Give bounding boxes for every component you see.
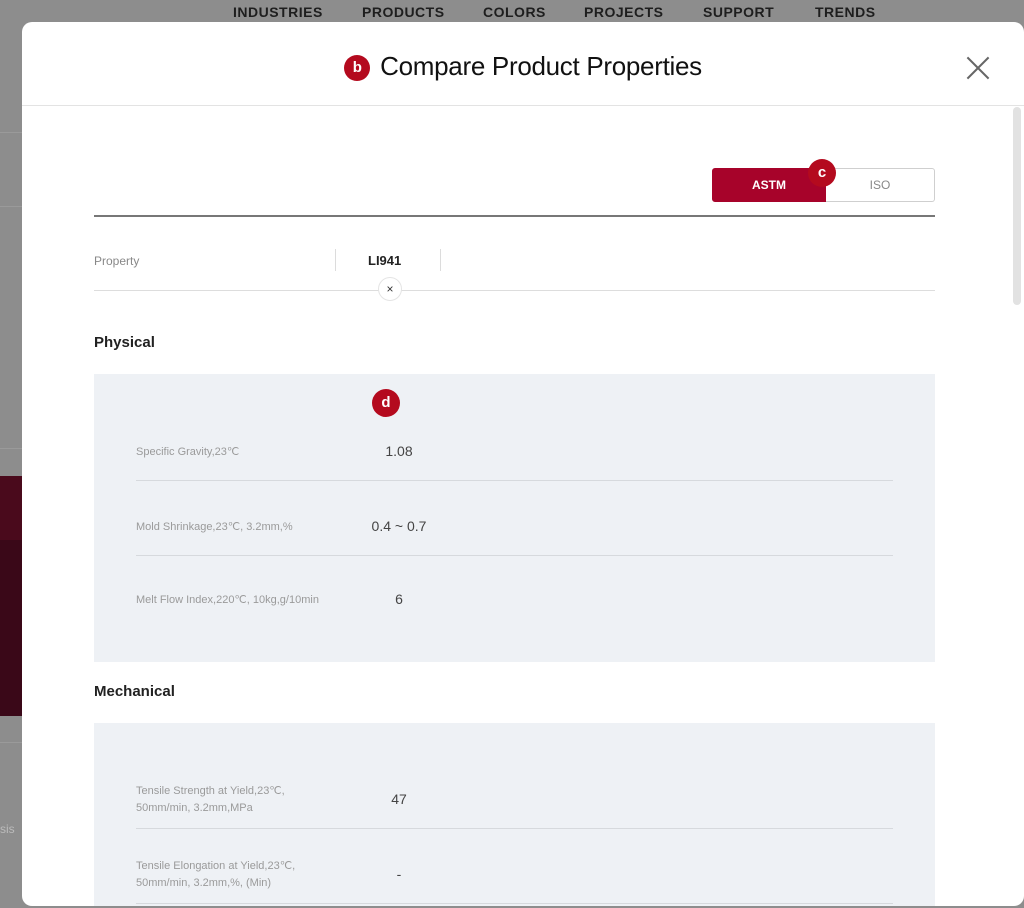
property-label: Specific Gravity,23℃ [136,446,240,458]
remove-product-button[interactable]: × [378,277,402,301]
annotation-badge-b: b [344,55,371,81]
close-icon[interactable] [966,56,990,80]
section-title-mechanical: Mechanical [94,683,175,700]
bg-nav-item-trends: TRENDS [815,4,876,20]
row-divider [136,903,893,904]
property-column-header: Property [94,254,140,268]
annotation-badge-c: c [808,159,836,187]
property-label: Tensile Strength at Yield,23℃, 50mm/min,… [136,785,285,814]
bg-nav-item-products: PRODUCTS [362,4,445,20]
property-value: 1.08 [385,443,413,459]
property-value: 47 [391,791,407,807]
section-title-physical: Physical [94,334,155,351]
property-value: - [396,866,402,882]
property-value: 0.4 ~ 0.7 [371,518,427,534]
mechanical-properties-panel: Tensile Strength at Yield,23℃, 50mm/min,… [94,723,935,906]
bg-nav-item-colors: COLORS [483,4,546,20]
bg-nav-item-support: SUPPORT [703,4,775,20]
header-divider [94,215,935,217]
modal-body: ASTM ISO c Property LI941 × Physical Spe… [22,107,1024,906]
row-divider [136,480,893,481]
column-separator [335,249,336,271]
scrollbar[interactable] [1012,107,1022,906]
row-divider [136,828,893,829]
modal-title: Compare Product Properties [380,51,702,81]
bg-text-fragment: sis [0,822,15,836]
product-column-header: LI941 [368,253,402,268]
background-nav: INDUSTRIES PRODUCTS COLORS PROJECTS SUPP… [0,0,1024,22]
modal-title-wrapper: b Compare Product Properties [22,51,1024,82]
bg-divider [0,742,22,743]
modal-header: b Compare Product Properties [22,22,1024,106]
scrollbar-thumb[interactable] [1013,107,1021,305]
annotation-badge-d: d [372,389,400,417]
physical-properties-panel: Specific Gravity,23℃ 1.08 Mold Shrinkage… [94,374,935,662]
column-separator [440,249,441,271]
row-divider [136,555,893,556]
bg-divider [0,448,22,449]
compare-properties-modal: b Compare Product Properties ASTM ISO c P… [22,22,1024,906]
iso-button[interactable]: ISO [826,168,935,202]
bg-nav-item-projects: PROJECTS [584,4,664,20]
property-label: Tensile Elongation at Yield,23℃, 50mm/mi… [136,860,296,889]
row-divider [94,290,935,291]
bg-nav-item-industries: INDUSTRIES [233,4,323,20]
bg-divider [0,206,22,207]
property-value: 6 [395,591,403,607]
property-label: Melt Flow Index,220℃, 10kg,g/10min [136,594,319,606]
bg-banner-lower [0,540,22,716]
bg-divider [0,132,22,133]
property-label: Mold Shrinkage,23℃, 3.2mm,% [136,521,293,533]
